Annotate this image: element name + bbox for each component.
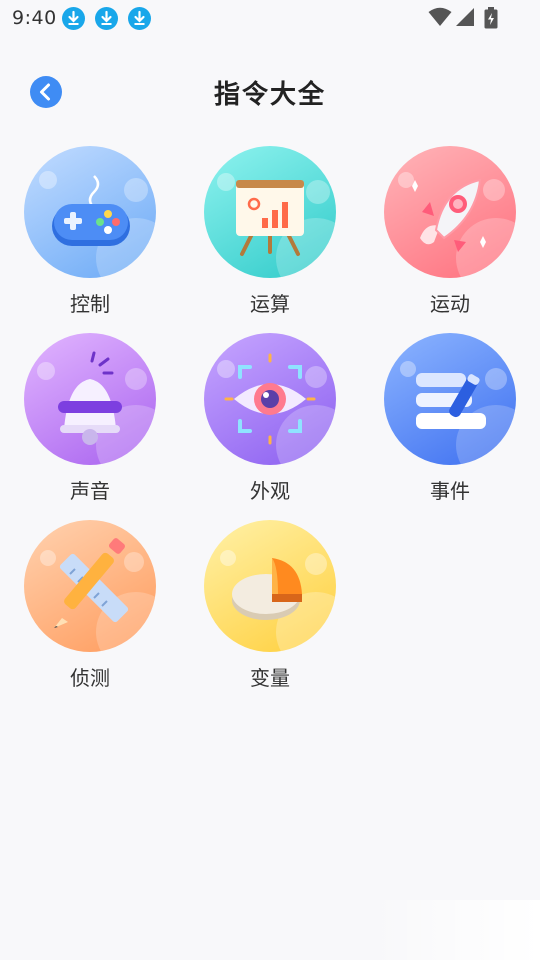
download-icon: [95, 7, 118, 30]
category-sound-circle: [24, 333, 156, 465]
category-label: 运动: [430, 292, 470, 316]
category-label: 事件: [430, 479, 470, 503]
download-icon: [62, 7, 85, 30]
category-operation-circle: [204, 146, 336, 278]
signal-icon: [455, 7, 475, 31]
category-sensing[interactable]: 侦测: [10, 520, 170, 690]
category-control[interactable]: 控制: [10, 146, 170, 316]
category-operation[interactable]: 运算: [190, 146, 350, 316]
category-label: 运算: [250, 292, 290, 316]
category-variables-circle: [204, 520, 336, 652]
category-control-circle: [24, 146, 156, 278]
category-sensing-circle: [24, 520, 156, 652]
ruler-pencil-icon: [40, 538, 156, 652]
presentation-chart-icon: [217, 173, 336, 278]
category-events[interactable]: 事件: [370, 333, 530, 503]
category-looks[interactable]: 外观: [190, 333, 350, 503]
category-label: 外观: [250, 479, 290, 503]
category-label: 控制: [70, 292, 110, 316]
page-title: 指令大全: [213, 80, 326, 110]
category-sound[interactable]: 声音: [10, 333, 170, 503]
category-motion-circle: [384, 146, 516, 278]
bell-icon: [37, 351, 156, 465]
gamepad-icon: [39, 171, 156, 278]
category-label: 侦测: [70, 666, 110, 690]
rocket-icon: [398, 172, 516, 278]
wifi-icon: [428, 7, 452, 31]
category-looks-circle: [204, 333, 336, 465]
pen-note-icon: [400, 361, 516, 465]
bottom-fade: [370, 900, 540, 960]
status-bar: 9:40: [0, 0, 540, 38]
category-motion[interactable]: 运动: [370, 146, 530, 316]
download-icon: [128, 7, 151, 30]
battery-charging-icon: [484, 7, 498, 33]
header: 指令大全: [0, 70, 540, 114]
status-time: 9:40: [12, 7, 57, 29]
category-label: 变量: [250, 666, 290, 690]
pie-chart-icon: [220, 550, 336, 652]
eye-icon: [217, 353, 336, 465]
category-events-circle: [384, 333, 516, 465]
category-label: 声音: [70, 479, 110, 503]
category-variables[interactable]: 变量: [190, 520, 350, 690]
